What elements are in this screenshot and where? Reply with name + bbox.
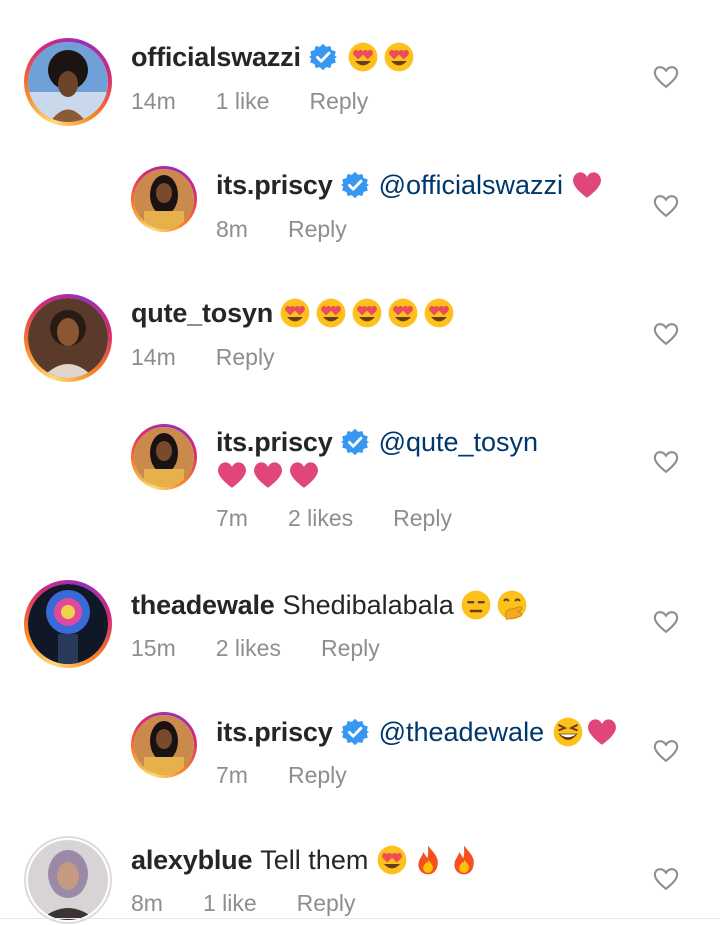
comment-text: Shedibalabala [282,590,454,620]
username[interactable]: qute_tosyn [131,296,273,330]
smiling-heart-eyes-emoji-icon [351,297,383,329]
avatar[interactable] [28,584,108,664]
comment-emojis [279,297,455,329]
pink-heart-emoji-icon [571,170,603,200]
like-heart-icon[interactable] [652,193,680,219]
smiling-heart-eyes-emoji-icon [387,297,419,329]
username[interactable]: alexyblue [131,843,252,877]
like-heart-icon[interactable] [652,321,680,347]
username[interactable]: theadewale [131,588,275,622]
like-count[interactable]: 2 likes [288,505,353,532]
avatar[interactable] [134,427,194,487]
smiling-heart-eyes-emoji-icon [279,297,311,329]
username[interactable]: its.priscy [216,715,333,749]
mention-link[interactable]: @theadewale [379,715,545,749]
pink-heart-emoji-icon [252,460,284,490]
fire-emoji-icon [448,844,480,876]
reply-button[interactable]: Reply [321,635,380,662]
smiling-heart-eyes-emoji-icon [423,297,455,329]
like-heart-icon[interactable] [652,64,680,90]
comment-emojis [216,460,324,490]
story-ring[interactable] [131,712,197,778]
comment-time: 7m [216,505,248,531]
story-ring[interactable] [24,580,112,668]
story-ring[interactable] [24,836,112,924]
story-ring[interactable] [131,424,197,490]
comment-emojis [347,41,415,73]
comment-time: 8m [131,890,163,916]
like-count[interactable]: 1 like [216,88,270,115]
grinning-squinting-face-emoji-icon [552,716,584,748]
reply-button[interactable]: Reply [288,762,347,789]
username[interactable]: officialswazzi [131,40,301,74]
verified-badge-icon [341,428,369,456]
like-heart-icon[interactable] [652,738,680,764]
reply-button[interactable]: Reply [309,88,368,115]
comment-time: 8m [216,216,248,242]
verified-badge-icon [341,718,369,746]
like-heart-icon[interactable] [652,609,680,635]
comment-time: 15m [131,635,176,661]
comment-emojis [376,844,480,876]
comment-time: 14m [131,344,176,370]
like-count[interactable]: 1 like [203,890,257,917]
smiling-heart-eyes-emoji-icon [383,41,415,73]
like-heart-icon[interactable] [652,449,680,475]
reply-button[interactable]: Reply [297,890,356,917]
comment-emojis [552,716,618,748]
story-ring[interactable] [24,294,112,382]
comment-time: 14m [131,88,176,114]
avatar[interactable] [134,169,194,229]
avatar[interactable] [28,840,108,920]
story-ring[interactable] [131,166,197,232]
story-ring[interactable] [24,38,112,126]
comment-emojis [460,589,528,621]
verified-badge-icon [309,43,337,71]
username[interactable]: its.priscy [216,168,333,202]
username[interactable]: its.priscy [216,425,333,459]
reply-button[interactable]: Reply [393,505,452,532]
pink-heart-emoji-icon [586,717,618,747]
divider [0,918,720,919]
smiling-heart-eyes-emoji-icon [347,41,379,73]
like-count[interactable]: 2 likes [216,635,281,662]
fire-emoji-icon [412,844,444,876]
like-heart-icon[interactable] [652,866,680,892]
comment-text: Tell them [260,845,369,875]
verified-badge-icon [341,171,369,199]
mention-link[interactable]: @officialswazzi [379,168,563,202]
avatar[interactable] [28,298,108,378]
face-with-hand-over-mouth-emoji-icon [496,589,528,621]
comment-time: 7m [216,762,248,788]
smiling-heart-eyes-emoji-icon [376,844,408,876]
avatar[interactable] [28,42,108,122]
mention-link[interactable]: @qute_tosyn [379,425,539,459]
expressionless-face-emoji-icon [460,589,492,621]
reply-button[interactable]: Reply [216,344,275,371]
avatar[interactable] [134,715,194,775]
reply-button[interactable]: Reply [288,216,347,243]
pink-heart-emoji-icon [288,460,320,490]
pink-heart-emoji-icon [216,460,248,490]
smiling-heart-eyes-emoji-icon [315,297,347,329]
